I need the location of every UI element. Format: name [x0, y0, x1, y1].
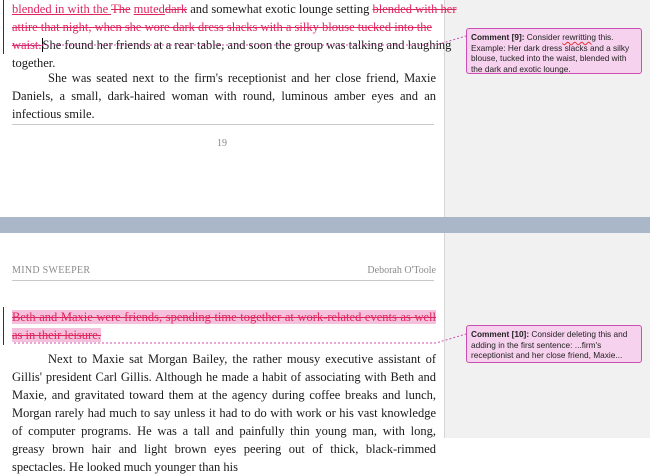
footer-rule: [12, 124, 434, 125]
inserted-text: blended in with the: [12, 2, 112, 16]
inserted-text: muted: [133, 2, 165, 16]
page-number: 19: [217, 138, 227, 149]
paragraph-deleted[interactable]: Beth and Maxie were friends, spending ti…: [12, 308, 436, 344]
paragraph-tracked-changes[interactable]: blended in with the The muteddark and so…: [12, 0, 457, 72]
change-bar: [3, 307, 4, 345]
header-author: Deborah O'Toole: [367, 265, 436, 276]
deleted-text: waist.: [12, 38, 42, 52]
paragraph[interactable]: Next to Maxie sat Morgan Bailey, the rat…: [12, 350, 436, 476]
text-line: blended in with the The muteddark and so…: [12, 0, 457, 18]
deleted-text: attire that night, when she wore dark dr…: [12, 20, 433, 34]
comment-label: Comment [10]:: [471, 329, 530, 339]
comment-balloon-9[interactable]: Comment [9]: Consider rewritting this. E…: [466, 28, 642, 74]
body-text: She found her friends at a rear table, a…: [42, 38, 452, 52]
deleted-text: Beth and Maxie were friends, spending ti…: [12, 310, 436, 342]
comment-label: Comment [9]:: [471, 32, 525, 42]
deleted-text: The: [111, 2, 131, 16]
deleted-text: dark: [164, 2, 188, 16]
deleted-text: blended with her: [372, 2, 457, 16]
text-line: attire that night, when she wore dark dr…: [12, 18, 436, 36]
misspelled-word: rewritting: [562, 32, 596, 42]
paragraph[interactable]: She was seated next to the firm's recept…: [12, 69, 436, 123]
header-rule: [12, 280, 434, 281]
change-bar: [3, 0, 4, 54]
header-title: MIND SWEEPER: [12, 265, 91, 276]
page-gap: [0, 217, 650, 233]
body-text: and somewhat exotic lounge setting: [187, 2, 370, 16]
text-line: waist.She found her friends at a rear ta…: [12, 36, 451, 54]
comment-balloon-10[interactable]: Comment [10]: Consider deleting this and…: [466, 325, 642, 363]
